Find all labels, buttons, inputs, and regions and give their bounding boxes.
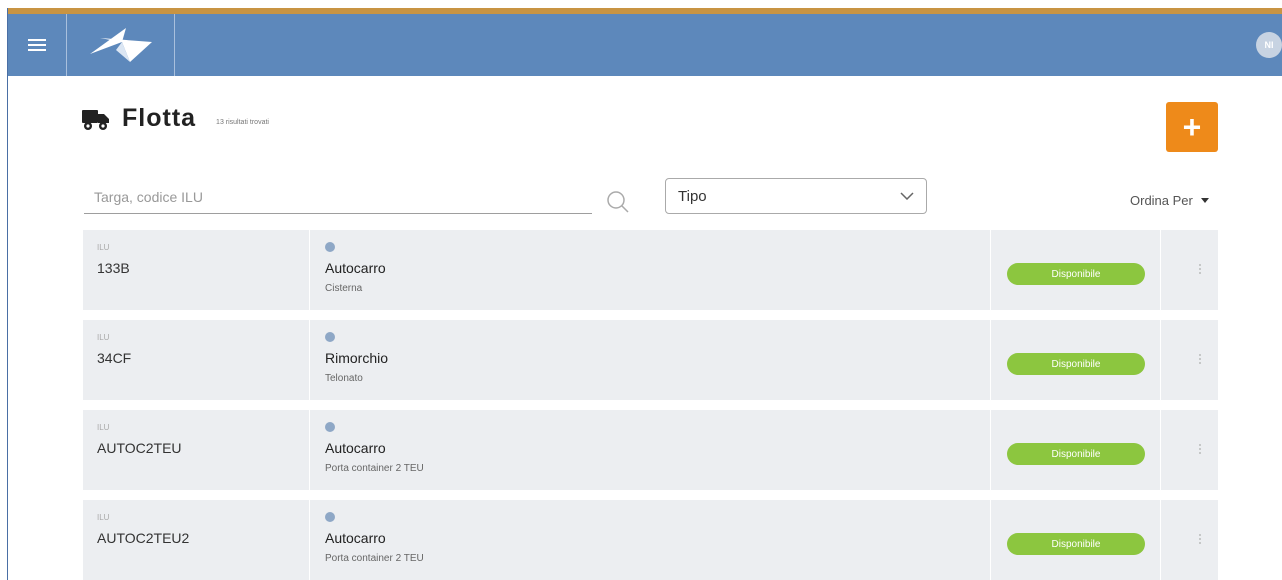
vehicle-subtype: Porta container 2 TEU	[325, 553, 424, 564]
actions-cell	[1161, 230, 1218, 310]
actions-cell	[1161, 500, 1218, 580]
info-icon	[325, 512, 335, 522]
type-cell: Autocarro Porta container 2 TEU	[310, 410, 991, 490]
code-cell: ILU 133B	[83, 230, 310, 310]
actions-cell	[1161, 320, 1218, 400]
vehicle-row[interactable]: ILU AUTOC2TEU2 Autocarro Porta container…	[83, 500, 1218, 580]
vehicle-code: 34CF	[97, 350, 132, 366]
chevron-down-icon	[900, 192, 914, 200]
vehicle-subtype: Porta container 2 TEU	[325, 463, 424, 474]
code-cell: ILU AUTOC2TEU2	[83, 500, 310, 580]
type-cell: Rimorchio Telonato	[310, 320, 991, 400]
truck-icon	[82, 109, 109, 130]
results-count: 13 risultati trovati	[216, 119, 269, 126]
more-options-icon[interactable]	[1199, 262, 1203, 276]
actions-cell	[1161, 410, 1218, 490]
sort-label: Ordina Per	[1130, 193, 1193, 208]
vehicle-row[interactable]: ILU 34CF Rimorchio Telonato Disponibile	[83, 320, 1218, 400]
ilu-label: ILU	[97, 513, 110, 522]
ilu-label: ILU	[97, 333, 110, 342]
search-icon[interactable]	[606, 190, 630, 214]
ilu-label: ILU	[97, 243, 110, 252]
caret-down-icon	[1200, 198, 1209, 203]
vehicle-code: AUTOC2TEU	[97, 440, 182, 456]
more-options-icon[interactable]	[1199, 442, 1203, 456]
user-avatar[interactable]: NI	[1256, 32, 1282, 58]
window-border	[7, 8, 8, 580]
more-options-icon[interactable]	[1199, 352, 1203, 366]
info-icon	[325, 242, 335, 252]
vehicle-code: 133B	[97, 260, 130, 276]
info-icon	[325, 332, 335, 342]
status-badge: Disponibile	[1007, 533, 1145, 555]
vehicle-type: Rimorchio	[325, 350, 389, 366]
navbar-divider	[174, 14, 175, 76]
ilu-label: ILU	[97, 423, 110, 432]
top-navbar: NI	[8, 14, 1282, 76]
vehicle-type: Autocarro	[325, 260, 386, 276]
code-cell: ILU AUTOC2TEU	[83, 410, 310, 490]
type-select[interactable]: Tipo	[665, 178, 927, 214]
sort-dropdown[interactable]: Ordina Per	[1130, 193, 1209, 208]
status-cell: Disponibile	[991, 410, 1161, 490]
hamburger-menu-button[interactable]	[8, 14, 66, 76]
status-badge: Disponibile	[1007, 443, 1145, 465]
hamburger-icon	[28, 36, 46, 54]
vehicle-type: Autocarro	[325, 440, 386, 456]
vehicle-subtype: Cisterna	[325, 283, 363, 294]
more-options-icon[interactable]	[1199, 532, 1203, 546]
navbar-divider	[66, 14, 67, 76]
code-cell: ILU 34CF	[83, 320, 310, 400]
add-vehicle-button[interactable]: +	[1166, 102, 1218, 152]
type-select-label: Tipo	[678, 187, 707, 205]
type-cell: Autocarro Cisterna	[310, 230, 991, 310]
status-badge: Disponibile	[1007, 263, 1145, 285]
vehicle-row[interactable]: ILU 133B Autocarro Cisterna Disponibile	[83, 230, 1218, 310]
vehicle-subtype: Telonato	[325, 373, 363, 384]
vehicle-type: Autocarro	[325, 530, 386, 546]
status-cell: Disponibile	[991, 230, 1161, 310]
status-cell: Disponibile	[991, 320, 1161, 400]
vehicle-row[interactable]: ILU AUTOC2TEU Autocarro Porta container …	[83, 410, 1218, 490]
search-input[interactable]	[84, 180, 592, 214]
vehicle-code: AUTOC2TEU2	[97, 530, 190, 546]
type-cell: Autocarro Porta container 2 TEU	[310, 500, 991, 580]
status-cell: Disponibile	[991, 500, 1161, 580]
page-title: Flotta	[122, 104, 197, 132]
info-icon	[325, 422, 335, 432]
page-header: Flotta 13 risultati trovati	[82, 104, 269, 133]
status-badge: Disponibile	[1007, 353, 1145, 375]
paper-plane-logo[interactable]	[86, 26, 156, 66]
